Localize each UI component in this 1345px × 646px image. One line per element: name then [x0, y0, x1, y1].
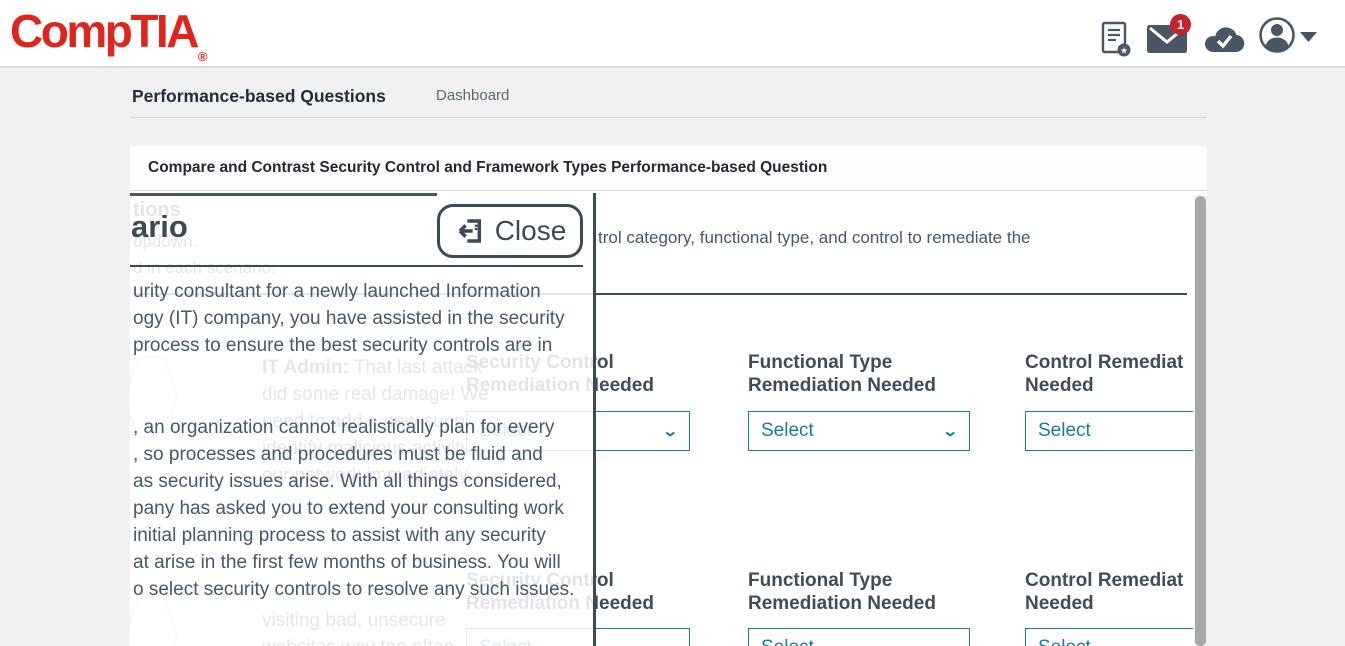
scenario-modal-title: ario — [131, 209, 188, 245]
breadcrumb-dashboard[interactable]: Dashboard — [436, 87, 509, 104]
row1-col2-label: Functional Type Remediation Needed — [748, 351, 958, 397]
question-card-title: Compare and Contrast Security Control an… — [148, 159, 827, 177]
tasks-icon[interactable]: ★ — [1100, 21, 1132, 64]
page-title: Performance-based Questions — [132, 86, 386, 107]
scenario-p2-l4: pany has asked you to extend your consul… — [133, 498, 564, 520]
screen: CompTIA® ★ 1 — [0, 0, 1345, 646]
logo-text: CompTIA — [10, 5, 197, 57]
modal-top-border — [130, 193, 437, 196]
comptia-logo: CompTIA® — [10, 0, 208, 88]
scenario-p1-l3: process to ensure the best security cont… — [133, 335, 552, 357]
modal-title-divider — [130, 265, 583, 267]
scrollbar-thumb[interactable] — [1195, 196, 1206, 646]
cloud-check-icon[interactable] — [1203, 25, 1245, 59]
chevron-down-icon: ⌄ — [942, 422, 959, 440]
scenario-p2-l3: as security issues arise. With all thing… — [133, 471, 562, 493]
scenario-p2-l7: o select security controls to resolve an… — [133, 579, 574, 601]
question-content: tions opdown. trol category, functional … — [130, 192, 1193, 646]
question-card: Compare and Contrast Security Control an… — [130, 146, 1207, 646]
question-card-header: Compare and Contrast Security Control an… — [130, 146, 1207, 191]
registered-mark: ® — [198, 49, 208, 64]
row1-col3-label: Control Remediat Needed — [1025, 351, 1193, 397]
scenario-p2-l2: , so processes and procedures must be fl… — [133, 444, 543, 466]
scenario-p2-l6: at arise in the first few months of busi… — [133, 552, 561, 574]
row1-col2-select[interactable]: Select ⌄ — [748, 411, 970, 451]
close-button-label: Close — [495, 215, 567, 247]
row2-col3-label: Control Remediat Needed — [1025, 569, 1193, 615]
avatar-icon[interactable] — [1258, 16, 1296, 59]
svg-text:★: ★ — [1120, 46, 1128, 56]
divider — [130, 117, 1207, 118]
unread-count-badge: 1 — [1170, 14, 1191, 35]
top-bar: CompTIA® ★ 1 — [0, 0, 1345, 68]
close-button[interactable]: Close — [437, 204, 583, 258]
chevron-down-icon: ⌄ — [662, 639, 679, 646]
scenario-p1-l1: urity consultant for a newly launched In… — [133, 281, 541, 303]
scenario-p2-l1: , an organization cannot realistically p… — [133, 417, 554, 439]
row2-col2-select[interactable]: Select ⌄ — [748, 628, 970, 646]
vertical-scrollbar — [1194, 196, 1207, 646]
question-card-body: tions opdown. trol category, functional … — [130, 192, 1207, 646]
exit-icon — [454, 215, 486, 247]
caret-down-icon[interactable] — [1300, 30, 1317, 48]
scenario-p1-l2: ogy (IT) company, you have assisted in t… — [133, 308, 565, 330]
chevron-down-icon: ⌄ — [942, 639, 959, 646]
scenario-p2-l5: initial planning process to assist with … — [133, 525, 546, 547]
scenario-modal: ario Close urity consultant for a newly … — [130, 193, 596, 646]
row2-col3-select[interactable]: Select — [1025, 628, 1193, 646]
instructions-text: trol category, functional type, and cont… — [598, 228, 1031, 248]
row1-col3-select[interactable]: Select — [1025, 411, 1193, 451]
chevron-down-icon: ⌄ — [662, 422, 679, 440]
row2-col2-label: Functional Type Remediation Needed — [748, 569, 958, 615]
mail-icon[interactable]: 1 — [1146, 23, 1188, 59]
